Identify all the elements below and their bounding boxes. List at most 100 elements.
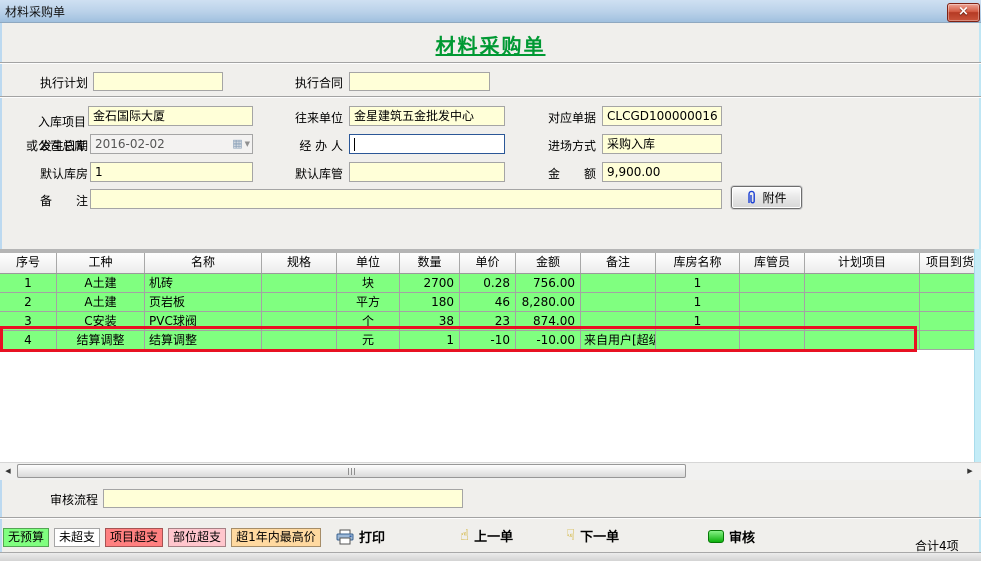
table-header-cell[interactable]: 金额: [516, 253, 581, 273]
date-input[interactable]: 2016-02-02 ▦ ▼: [90, 134, 253, 154]
table-cell[interactable]: 46: [460, 293, 516, 312]
table-cell[interactable]: 3: [0, 312, 57, 331]
table-cell[interactable]: 机砖: [145, 274, 262, 293]
table-cell[interactable]: [581, 293, 656, 312]
table-cell[interactable]: [581, 312, 656, 331]
status-legend: 无预算未超支项目超支部位超支超1年内最高价: [3, 528, 321, 547]
table-header-cell[interactable]: 项目到货: [920, 253, 975, 273]
handler-input[interactable]: [349, 134, 505, 154]
next-order-button[interactable]: ☟ 下一单: [566, 526, 619, 545]
default-keeper-input[interactable]: [349, 162, 505, 182]
table-header-cell[interactable]: 单位: [337, 253, 400, 273]
project-input[interactable]: 金石国际大厦: [88, 106, 253, 126]
table-row[interactable]: 4结算调整结算调整元1-10-10.00来自用户[超级: [0, 331, 975, 350]
table-cell[interactable]: [920, 331, 975, 350]
table-cell[interactable]: [805, 331, 920, 350]
table-cell[interactable]: 38: [400, 312, 460, 331]
table-cell[interactable]: 1: [400, 331, 460, 350]
table-cell[interactable]: 874.00: [516, 312, 581, 331]
entry-mode-input[interactable]: 采购入库: [602, 134, 722, 154]
table-cell[interactable]: [920, 293, 975, 312]
table-cell[interactable]: 结算调整: [145, 331, 262, 350]
table-header-cell[interactable]: 库房名称: [656, 253, 740, 273]
table-cell[interactable]: 2700: [400, 274, 460, 293]
amount-input[interactable]: 9,900.00: [602, 162, 722, 182]
table-cell[interactable]: 2: [0, 293, 57, 312]
attachment-button[interactable]: 附件: [731, 186, 802, 209]
scroll-left-arrow-icon[interactable]: ◀: [1, 465, 15, 478]
status-badge: 项目超支: [105, 528, 163, 547]
counterparty-input[interactable]: 金星建筑五金批发中心: [349, 106, 505, 126]
table-cell[interactable]: [262, 312, 337, 331]
table-cell[interactable]: [805, 312, 920, 331]
table-cell[interactable]: 756.00: [516, 274, 581, 293]
table-cell[interactable]: 0.28: [460, 274, 516, 293]
table-cell[interactable]: 4: [0, 331, 57, 350]
table-cell[interactable]: 来自用户[超级: [581, 331, 656, 350]
table-cell[interactable]: [740, 274, 805, 293]
table-cell[interactable]: [740, 293, 805, 312]
vertical-scrollbar[interactable]: [974, 249, 981, 479]
default-warehouse-input[interactable]: 1: [90, 162, 253, 182]
table-cell[interactable]: [740, 331, 805, 350]
exec-contract-input[interactable]: [349, 72, 490, 91]
table-cell[interactable]: 平方: [337, 293, 400, 312]
table-cell[interactable]: A土建: [57, 274, 145, 293]
remark-input[interactable]: [90, 189, 722, 209]
table-cell[interactable]: [920, 312, 975, 331]
table-cell[interactable]: [262, 274, 337, 293]
table-cell[interactable]: [581, 274, 656, 293]
table-header-cell[interactable]: 工种: [57, 253, 145, 273]
scroll-right-arrow-icon[interactable]: ▶: [963, 465, 977, 478]
table-header-cell[interactable]: 备注: [581, 253, 656, 273]
calendar-icon[interactable]: ▦: [232, 136, 242, 152]
table-cell[interactable]: [920, 274, 975, 293]
table-cell[interactable]: 页岩板: [145, 293, 262, 312]
horizontal-scrollbar[interactable]: ◀ ▶: [0, 462, 981, 480]
table-cell[interactable]: [262, 331, 337, 350]
default-keeper-label: 默认库管: [275, 166, 343, 182]
table-cell[interactable]: 23: [460, 312, 516, 331]
amount-label: 金 额: [528, 166, 596, 182]
workflow-input[interactable]: [103, 489, 463, 508]
table-header-cell[interactable]: 序号: [0, 253, 57, 273]
table-cell[interactable]: [740, 312, 805, 331]
table-cell[interactable]: 1: [656, 312, 740, 331]
chevron-down-icon[interactable]: ▼: [245, 136, 250, 152]
table-cell[interactable]: PVC球阀: [145, 312, 262, 331]
table-cell[interactable]: 1: [656, 274, 740, 293]
exec-plan-input[interactable]: [93, 72, 223, 91]
table-row[interactable]: 3C安装PVC球阀 个3823874.00 1: [0, 312, 975, 331]
table-header-cell[interactable]: 单价: [460, 253, 516, 273]
table-cell[interactable]: 180: [400, 293, 460, 312]
audit-button[interactable]: 审核: [708, 527, 755, 546]
table-cell[interactable]: C安装: [57, 312, 145, 331]
previous-order-button[interactable]: ☝ 上一单: [460, 526, 513, 545]
table-row[interactable]: 1A土建机砖块27000.28756.001: [0, 274, 975, 293]
table-cell[interactable]: 1: [0, 274, 57, 293]
scrollbar-thumb[interactable]: [17, 464, 686, 478]
table-cell[interactable]: 个: [337, 312, 400, 331]
table-header-cell[interactable]: 计划项目: [805, 253, 920, 273]
table-header-cell[interactable]: 名称: [145, 253, 262, 273]
table-cell[interactable]: 8,280.00: [516, 293, 581, 312]
table-cell[interactable]: 块: [337, 274, 400, 293]
exec-plan-label: 执行计划: [20, 75, 88, 91]
print-button[interactable]: 打印: [336, 527, 385, 546]
table-cell[interactable]: [805, 293, 920, 312]
table-cell[interactable]: A土建: [57, 293, 145, 312]
table-header-cell[interactable]: 库管员: [740, 253, 805, 273]
table-cell[interactable]: [805, 274, 920, 293]
table-header-cell[interactable]: 数量: [400, 253, 460, 273]
doc-no-input[interactable]: CLCGD100000016: [602, 106, 722, 126]
table-cell[interactable]: 结算调整: [57, 331, 145, 350]
table-cell[interactable]: -10.00: [516, 331, 581, 350]
table-cell[interactable]: 1: [656, 293, 740, 312]
table-cell[interactable]: -10: [460, 331, 516, 350]
table-row[interactable]: 2A土建页岩板 平方180468,280.00 1: [0, 293, 975, 312]
table-cell[interactable]: [656, 331, 740, 350]
table-cell[interactable]: [262, 293, 337, 312]
table-header-cell[interactable]: 规格: [262, 253, 337, 273]
table-cell[interactable]: 元: [337, 331, 400, 350]
close-button[interactable]: ×: [947, 3, 980, 22]
